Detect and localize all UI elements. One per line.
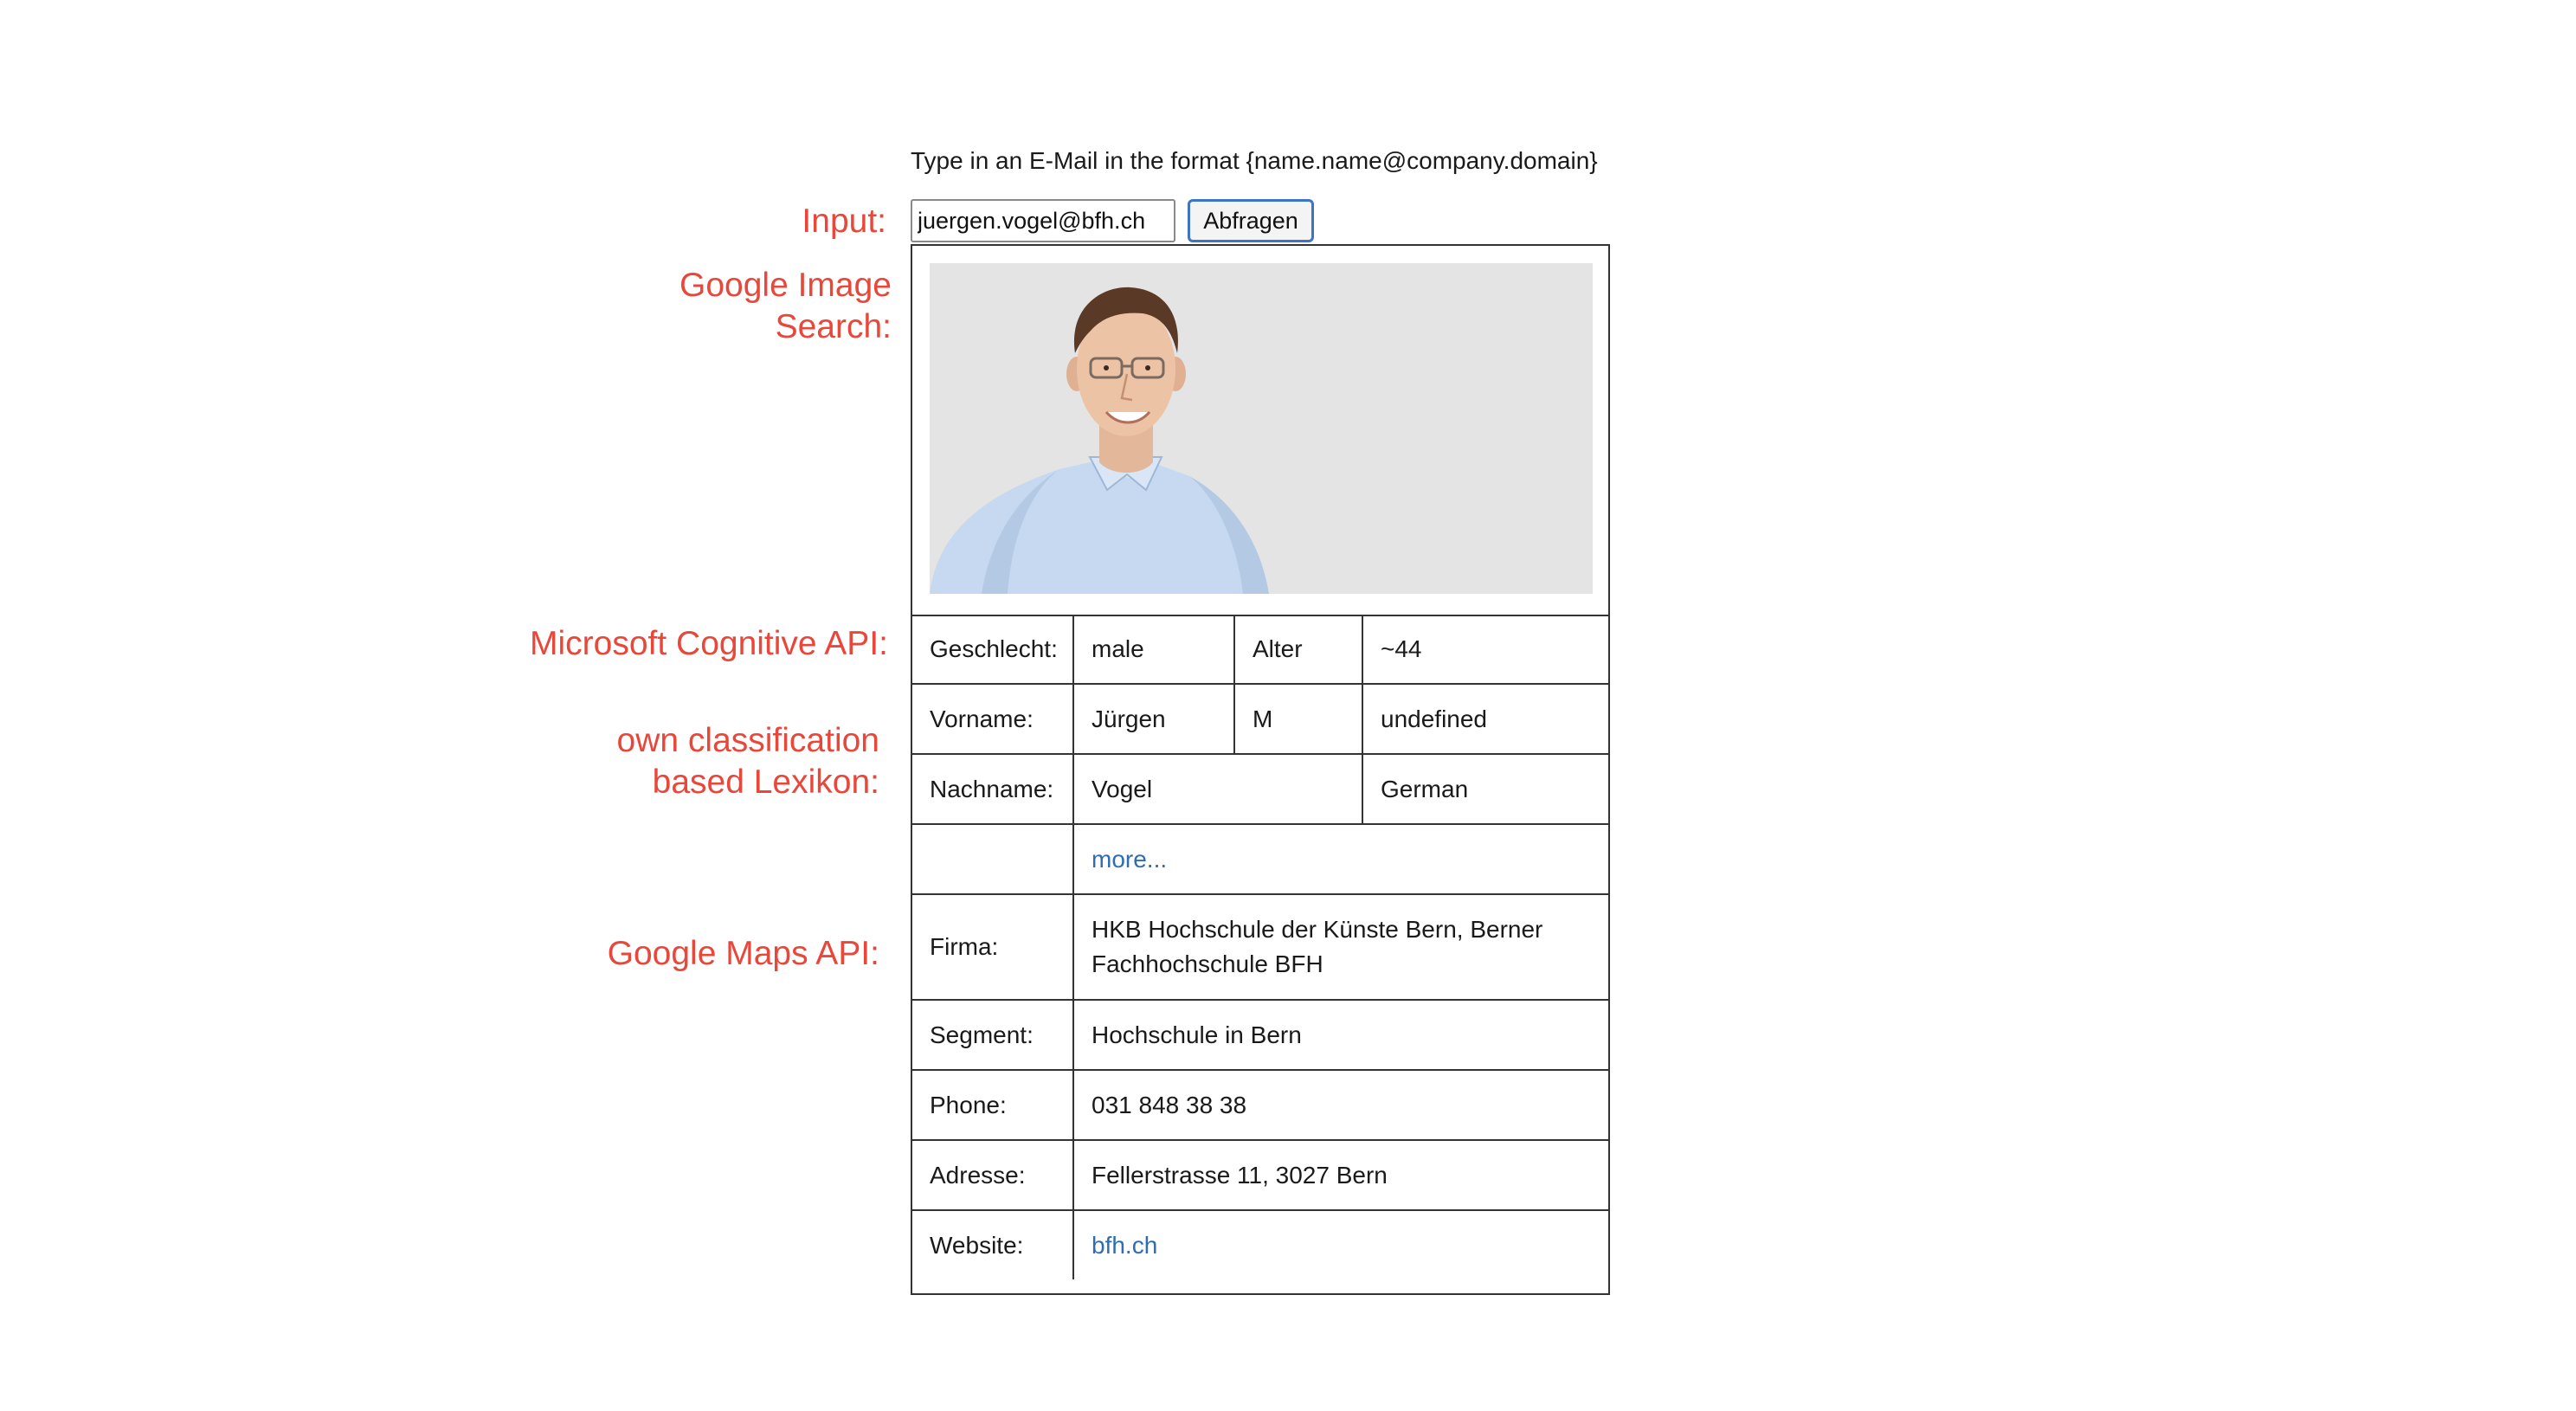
website-label: Website: <box>912 1209 1074 1279</box>
annotation-own-classification-line2: based Lexikon: <box>652 763 879 801</box>
firstname-origin: undefined <box>1362 683 1608 755</box>
age-value: ~44 <box>1362 615 1608 685</box>
result-box: Geschlecht: male Alter ~44 Vorname: Jürg… <box>911 244 1610 1295</box>
segment-value: Hochschule in Bern <box>1072 999 1608 1071</box>
query-button[interactable]: Abfragen <box>1188 199 1314 242</box>
more-cell: more... <box>1072 823 1608 895</box>
annotation-google-image-search-line1: Google Image <box>679 267 892 304</box>
more-empty-cell <box>912 823 1074 895</box>
annotation-input: Input: <box>802 203 886 240</box>
phone-value: 031 848 38 38 <box>1072 1069 1608 1141</box>
address-value: Fellerstrasse 11, 3027 Bern <box>1072 1139 1608 1211</box>
firstname-label: Vorname: <box>912 683 1074 755</box>
address-label: Adresse: <box>912 1139 1074 1211</box>
annotation-own-classification-line1: own classification <box>616 722 879 759</box>
company-value: HKB Hochschule der Künste Bern, Berner F… <box>1072 893 1608 1001</box>
person-photo-icon <box>930 263 1593 594</box>
table-row-firstname: Vorname: Jürgen M undefined <box>912 683 1608 755</box>
table-row-company: Firma: HKB Hochschule der Künste Bern, B… <box>912 893 1608 1001</box>
page: Type in an E-Mail in the format {name.na… <box>0 0 2576 1411</box>
website-cell: bfh.ch <box>1072 1209 1608 1279</box>
gender-label: Geschlecht: <box>912 615 1074 685</box>
table-row-gender: Geschlecht: male Alter ~44 <box>912 615 1608 685</box>
photo-cell <box>912 246 1608 616</box>
segment-label: Segment: <box>912 999 1074 1071</box>
more-link[interactable]: more... <box>1092 846 1167 873</box>
lastname-value: Vogel <box>1072 753 1363 825</box>
annotation-google-image-search-line2: Search: <box>775 308 892 345</box>
instruction-text: Type in an E-Mail in the format {name.na… <box>911 147 1598 174</box>
email-input[interactable] <box>911 199 1175 242</box>
phone-label: Phone: <box>912 1069 1074 1141</box>
person-photo <box>930 263 1593 594</box>
table-row-segment: Segment: Hochschule in Bern <box>912 999 1608 1071</box>
website-link[interactable]: bfh.ch <box>1092 1232 1157 1259</box>
info-table: Geschlecht: male Alter ~44 Vorname: Jürg… <box>912 615 1608 1279</box>
annotation-google-image-search: Google Image Search: <box>679 265 892 348</box>
lastname-origin: German <box>1362 753 1608 825</box>
annotation-own-classification: own classification based Lexikon: <box>617 720 879 803</box>
table-row-phone: Phone: 031 848 38 38 <box>912 1069 1608 1141</box>
lastname-label: Nachname: <box>912 753 1074 825</box>
table-row-more: more... <box>912 823 1608 895</box>
table-row-address: Adresse: Fellerstrasse 11, 3027 Bern <box>912 1139 1608 1211</box>
annotation-microsoft-api: Microsoft Cognitive API: <box>530 625 888 662</box>
company-label: Firma: <box>912 893 1074 1001</box>
firstname-value: Jürgen <box>1072 683 1235 755</box>
firstname-gender: M <box>1233 683 1363 755</box>
gender-value: male <box>1072 615 1235 685</box>
table-row-website: Website: bfh.ch <box>912 1209 1608 1279</box>
table-row-lastname: Nachname: Vogel German <box>912 753 1608 825</box>
annotation-google-maps: Google Maps API: <box>607 935 879 972</box>
age-label: Alter <box>1233 615 1363 685</box>
